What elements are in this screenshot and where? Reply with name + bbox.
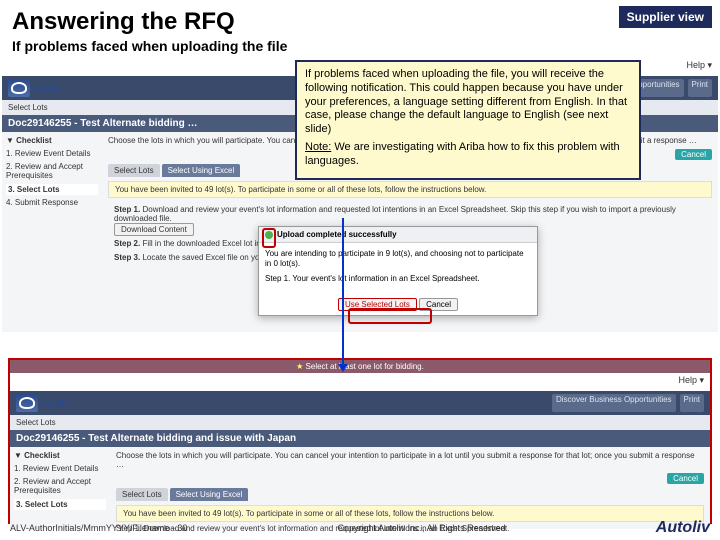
cancel-button[interactable]: Cancel: [675, 149, 712, 160]
upload-dialog: Upload completed successfully You are in…: [258, 226, 538, 316]
invitation-bar: You have been invited to 49 lot(s). To p…: [108, 181, 712, 198]
explanation-callout: If problems faced when uploading the fil…: [295, 60, 641, 180]
sidebar-item-active[interactable]: 3. Select Lots: [14, 499, 106, 511]
download-content-button[interactable]: Download Content: [114, 223, 194, 236]
nav-chip[interactable]: Print: [688, 79, 712, 97]
nav-chip[interactable]: Discover Business Opportunities: [552, 394, 676, 412]
help-link[interactable]: Help ▾: [686, 60, 712, 70]
highlight-ring: [348, 308, 432, 324]
page-subtitle: If problems faced when uploading the fil…: [0, 38, 720, 60]
lower-screenshot: ★ Select at least one lot for bidding. H…: [8, 358, 712, 524]
slide-footer: ALV-AuthorInitials/MmmYYYY/Filename - 30…: [0, 516, 720, 540]
doc-title: Doc29146255 - Test Alternate bidding and…: [10, 430, 710, 447]
sidebar-item[interactable]: 1. Review Event Details: [14, 464, 106, 474]
help-link[interactable]: Help ▾: [678, 375, 704, 385]
tab-select-lots[interactable]: Select Lots: [116, 488, 168, 501]
sidebar-item[interactable]: 1. Review Event Details: [6, 149, 98, 159]
supplier-view-badge: Supplier view: [619, 6, 712, 28]
checklist-sidebar: ▼ Checklist 1. Review Event Details 2. R…: [2, 132, 102, 332]
vendor-logo: Autoliv: [16, 394, 68, 412]
sidebar-item[interactable]: 2. Review and Accept Prerequisites: [6, 162, 98, 181]
vendor-logo: Autoliv: [8, 79, 60, 97]
footer-left: ALV-AuthorInitials/MmmYYYY/Filename - 30: [10, 523, 187, 533]
tab-select-using-excel[interactable]: Select Using Excel: [170, 488, 249, 501]
sidebar-item[interactable]: 4. Submit Response: [6, 198, 98, 208]
highlight-ring: [262, 228, 276, 248]
nav-chip[interactable]: Print: [680, 394, 704, 412]
error-bar: ★ Select at least one lot for bidding.: [10, 360, 710, 373]
sidebar-item-active[interactable]: 3. Select Lots: [6, 184, 98, 196]
tab-select-lots[interactable]: Select Lots: [108, 164, 160, 177]
tab-select-using-excel[interactable]: Select Using Excel: [162, 164, 241, 177]
page-title: Answering the RFQ: [0, 0, 720, 38]
pointer-arrow: [342, 218, 344, 366]
cancel-button[interactable]: Cancel: [667, 473, 704, 484]
footer-center: Copyright Autoliv Inc., All Rights Reser…: [338, 523, 506, 533]
footer-brand: Autoliv: [656, 519, 710, 537]
sidebar-item[interactable]: 2. Review and Accept Prerequisites: [14, 477, 106, 496]
